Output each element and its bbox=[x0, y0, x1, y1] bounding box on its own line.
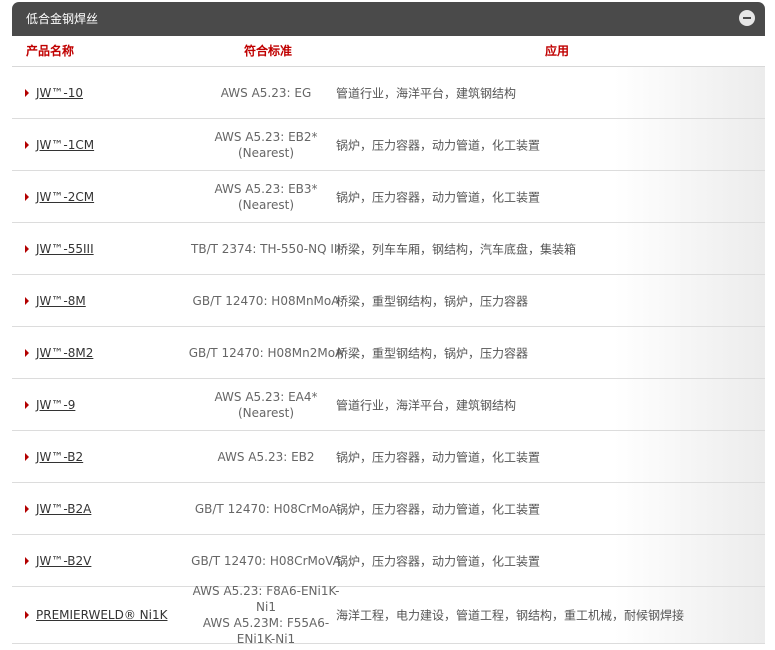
standard-line: (Nearest) bbox=[237, 197, 295, 212]
product-link[interactable]: JW™-8M bbox=[36, 294, 86, 308]
column-header-application: 应用 bbox=[545, 44, 570, 58]
standard-line: Ni1 bbox=[256, 600, 276, 614]
table-header: 产品名称 符合标准 应用 bbox=[12, 36, 765, 67]
product-link[interactable]: JW™-1CM bbox=[36, 138, 94, 152]
product-link[interactable]: PREMIERWELD® Ni1K bbox=[36, 608, 167, 622]
table-row: JW™-10 AWS A5.23: EG 管道行业，海洋平台，建筑钢结构 bbox=[12, 67, 765, 119]
standard-line: GB/T 12470: H08CrMoA bbox=[194, 501, 338, 516]
standard-line: AWS A5.23: EA4* bbox=[214, 389, 318, 404]
standard-cell: GB/T 12470: H08MnMoA bbox=[184, 293, 348, 309]
standard-line: (Nearest) bbox=[237, 405, 295, 420]
column-header-name: 产品名称 bbox=[26, 44, 75, 58]
standard-cell: AWS A5.23: EB3* (Nearest) bbox=[184, 181, 348, 213]
standard-cell: GB/T 12470: H08Mn2MoA bbox=[184, 345, 348, 361]
table-row: JW™-8M GB/T 12470: H08MnMoA 桥梁，重型钢结构，锅炉，压力… bbox=[12, 275, 765, 327]
product-link[interactable]: JW™-9 bbox=[36, 398, 75, 412]
standard-line: AWS A5.23: EB2* bbox=[214, 129, 318, 144]
standard-line: GB/T 12470: H08CrMoVA bbox=[191, 553, 341, 568]
panel-header[interactable]: 低合金钢焊丝 bbox=[12, 2, 765, 36]
application-cell: 锅炉，压力容器，动力管道，化工装置 bbox=[336, 190, 541, 204]
standard-line: TB/T 2374: TH-550-NQ III bbox=[191, 241, 341, 256]
standard-cell: GB/T 12470: H08CrMoA bbox=[184, 501, 348, 517]
standard-line: AWS A5.23: EG bbox=[220, 85, 312, 100]
standard-line: AWS A5.23: EB3* bbox=[214, 181, 318, 196]
table-row: PREMIERWELD® Ni1K AWS A5.23: F8A6-ENi1K- N… bbox=[12, 584, 765, 646]
triangle-right-icon bbox=[25, 192, 29, 201]
table-row: JW™-B2A GB/T 12470: H08CrMoA 锅炉，压力容器，动力管道，… bbox=[12, 483, 765, 535]
standard-line: (Nearest) bbox=[237, 145, 295, 160]
application-cell: 海洋工程，电力建设，管道工程，钢结构，重工机械，耐候钢焊接 bbox=[336, 608, 685, 623]
application-cell: 桥梁，列车车厢，钢结构，汽车底盘，集装箱 bbox=[336, 242, 577, 256]
column-header-standard: 符合标准 bbox=[244, 44, 293, 58]
product-link[interactable]: JW™-2CM bbox=[36, 190, 94, 204]
standard-cell: GB/T 12470: H08CrMoVA bbox=[184, 553, 348, 569]
collapse-icon[interactable] bbox=[739, 10, 755, 26]
product-panel: 低合金钢焊丝 产品名称 符合标准 应用 JW™-10 AWS A5.23: EG 管… bbox=[12, 0, 765, 646]
product-link[interactable]: JW™-B2V bbox=[36, 554, 91, 568]
table-row: JW™-B2 AWS A5.23: EB2 锅炉，压力容器，动力管道，化工装置 bbox=[12, 431, 765, 483]
standard-line: AWS A5.23M: F55A6- bbox=[202, 616, 330, 630]
triangle-right-icon bbox=[25, 296, 29, 305]
table-row: JW™-8M2 GB/T 12470: H08Mn2MoA 桥梁，重型钢结构，锅炉，… bbox=[12, 327, 765, 379]
triangle-right-icon bbox=[25, 452, 29, 461]
triangle-right-icon bbox=[25, 348, 29, 357]
panel-title: 低合金钢焊丝 bbox=[26, 12, 99, 26]
triangle-right-icon bbox=[25, 611, 29, 619]
table-row: JW™-55III TB/T 2374: TH-550-NQ III 桥梁，列车车厢… bbox=[12, 223, 765, 275]
application-cell: 桥梁，重型钢结构，锅炉，压力容器 bbox=[336, 346, 529, 360]
triangle-right-icon bbox=[25, 244, 29, 253]
standard-cell: AWS A5.23: F8A6-ENi1K- Ni1 AWS A5.23M: F55… bbox=[184, 583, 348, 647]
standard-cell: AWS A5.23: EB2 bbox=[184, 449, 348, 465]
product-link[interactable]: JW™-B2 bbox=[36, 450, 83, 464]
triangle-right-icon bbox=[25, 504, 29, 513]
table-row: JW™-1CM AWS A5.23: EB2* (Nearest) 锅炉，压力容器，动… bbox=[12, 119, 765, 171]
triangle-right-icon bbox=[25, 400, 29, 409]
standard-line: GB/T 12470: H08MnMoA bbox=[192, 293, 340, 308]
application-cell: 锅炉，压力容器，动力管道，化工装置 bbox=[336, 502, 541, 516]
triangle-right-icon bbox=[25, 556, 29, 565]
table-row: JW™-B2V GB/T 12470: H08CrMoVA 锅炉，压力容器，动力管道… bbox=[12, 535, 765, 587]
triangle-right-icon bbox=[25, 88, 29, 97]
application-cell: 管道行业，海洋平台，建筑钢结构 bbox=[336, 398, 517, 412]
application-cell: 锅炉，压力容器，动力管道，化工装置 bbox=[336, 138, 541, 152]
standard-cell: AWS A5.23: EG bbox=[184, 85, 348, 101]
standard-line: AWS A5.23: EB2 bbox=[217, 449, 315, 464]
table-row: JW™-2CM AWS A5.23: EB3* (Nearest) 锅炉，压力容器，动… bbox=[12, 171, 765, 223]
application-cell: 锅炉，压力容器，动力管道，化工装置 bbox=[336, 450, 541, 464]
triangle-right-icon bbox=[25, 140, 29, 149]
application-cell: 桥梁，重型钢结构，锅炉，压力容器 bbox=[336, 294, 529, 308]
standard-line: ENi1K-Ni1 bbox=[236, 632, 296, 646]
product-link[interactable]: JW™-55III bbox=[36, 242, 94, 256]
standard-cell: TB/T 2374: TH-550-NQ III bbox=[184, 241, 348, 257]
product-link[interactable]: JW™-8M2 bbox=[36, 346, 93, 360]
standard-cell: AWS A5.23: EA4* (Nearest) bbox=[184, 389, 348, 421]
product-link[interactable]: JW™-B2A bbox=[36, 502, 91, 516]
standard-cell: AWS A5.23: EB2* (Nearest) bbox=[184, 129, 348, 161]
product-link[interactable]: JW™-10 bbox=[36, 86, 83, 100]
application-cell: 管道行业，海洋平台，建筑钢结构 bbox=[336, 86, 517, 100]
application-cell: 锅炉，压力容器，动力管道，化工装置 bbox=[336, 554, 541, 568]
standard-line: GB/T 12470: H08Mn2MoA bbox=[188, 345, 344, 360]
product-table-body: JW™-10 AWS A5.23: EG 管道行业，海洋平台，建筑钢结构 JW™-1C… bbox=[12, 67, 765, 646]
table-row: JW™-9 AWS A5.23: EA4* (Nearest) 管道行业，海洋平台，建… bbox=[12, 379, 765, 431]
standard-line: AWS A5.23: F8A6-ENi1K- bbox=[192, 584, 340, 598]
